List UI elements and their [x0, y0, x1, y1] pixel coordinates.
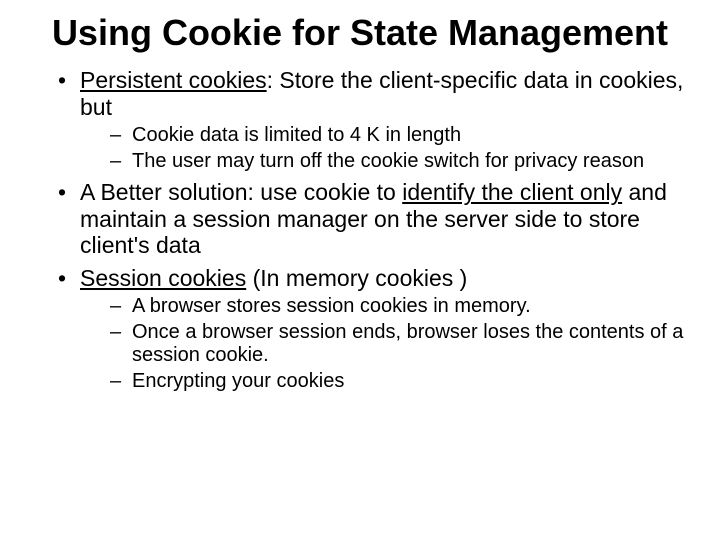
sub-item: A browser stores session cookies in memo… — [110, 295, 690, 319]
bullet-session-cookies: Session cookies (In memory cookies ) A b… — [58, 265, 690, 394]
bullet-pre: A Better solution: use cookie to — [80, 179, 402, 205]
bullet-better-solution: A Better solution: use cookie to identif… — [58, 179, 690, 258]
bullet-underline: identify the client only — [402, 179, 622, 205]
bullet-lead: Persistent cookies — [80, 67, 267, 93]
bullet-persistent-cookies: Persistent cookies: Store the client-spe… — [58, 67, 690, 173]
slide: Using Cookie for State Management Persis… — [0, 0, 720, 540]
sub-list: A browser stores session cookies in memo… — [80, 295, 690, 393]
sub-item: Once a browser session ends, browser los… — [110, 321, 690, 368]
sub-item: The user may turn off the cookie switch … — [110, 150, 690, 174]
slide-title: Using Cookie for State Management — [30, 12, 690, 53]
bullet-list: Persistent cookies: Store the client-spe… — [30, 67, 690, 393]
bullet-rest: (In memory cookies ) — [246, 265, 467, 291]
sub-item: Encrypting your cookies — [110, 370, 690, 394]
sub-item: Cookie data is limited to 4 K in length — [110, 124, 690, 148]
sub-list: Cookie data is limited to 4 K in length … — [80, 124, 690, 173]
bullet-lead: Session cookies — [80, 265, 246, 291]
